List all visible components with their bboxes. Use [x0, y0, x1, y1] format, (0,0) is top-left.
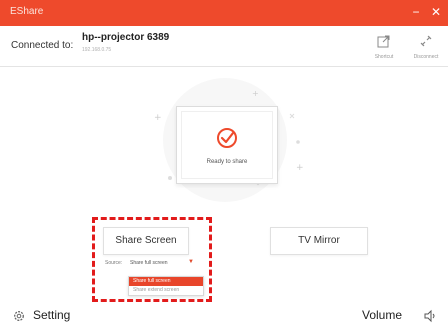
minimize-button[interactable]: −	[408, 3, 424, 21]
shortcut-icon	[377, 35, 390, 48]
volume-label: Volume	[362, 308, 403, 322]
svg-text:+: +	[252, 89, 259, 98]
ready-card: Ready to share	[176, 106, 278, 184]
close-button[interactable]: ✕	[428, 3, 444, 21]
volume-button[interactable]: Volume	[362, 307, 442, 325]
svg-text:+: +	[296, 163, 304, 173]
tv-mirror-button[interactable]: TV Mirror	[270, 227, 368, 255]
check-circle-icon	[217, 128, 237, 148]
device-ip: 192.168.0.75	[82, 47, 112, 53]
setting-label: Setting	[33, 308, 71, 322]
app-title: EShare	[10, 6, 44, 17]
annotation-highlight-box	[92, 217, 212, 302]
gear-icon	[14, 311, 24, 321]
title-bar: EShare − ✕	[0, 0, 448, 26]
disconnect-label: Disconnect	[413, 54, 439, 60]
connection-bar: Connected to: hp--projector 6389 192.168…	[0, 26, 448, 67]
svg-text:+: +	[154, 113, 162, 123]
disconnect-icon	[420, 35, 432, 47]
speaker-icon	[424, 309, 435, 323]
shortcut-button[interactable]: Shortcut	[366, 31, 402, 63]
disconnect-button[interactable]: Disconnect	[408, 31, 444, 63]
ready-to-share-text: Ready to share	[206, 159, 248, 165]
device-name: hp--projector 6389	[82, 32, 170, 43]
shortcut-label: Shortcut	[374, 54, 394, 60]
connected-to-label: Connected to:	[11, 40, 74, 51]
